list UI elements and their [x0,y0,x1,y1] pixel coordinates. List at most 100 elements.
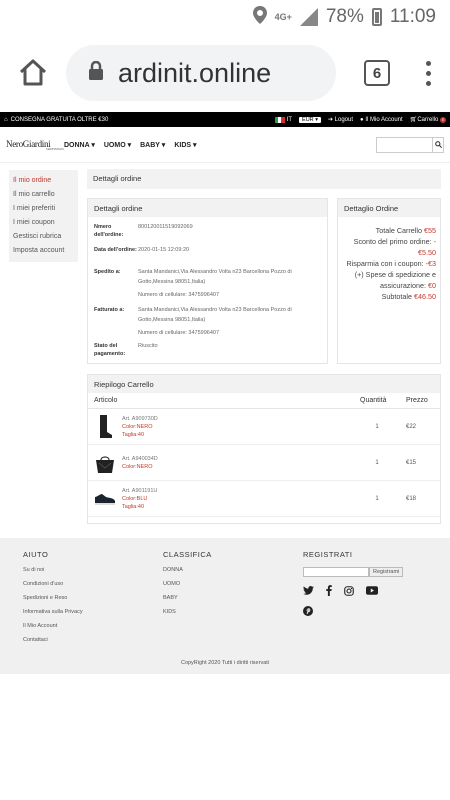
overflow-menu-icon[interactable] [420,60,436,86]
product-color: Color:NERO [122,423,153,430]
coupon-savings: Risparmia con i coupon: -€3 [346,259,437,268]
sidebar-item-settings[interactable]: Imposta account [9,244,78,258]
footer-link-account[interactable]: Il Mio Account [23,623,83,637]
payment-status-label: Stato del pagamento: [94,343,126,358]
sidebar-item-favorites[interactable]: I miei preferiti [9,202,78,216]
product-qty: 1 [354,444,400,481]
youtube-icon[interactable] [366,586,378,597]
italy-flag-icon [274,116,285,123]
footer-register: REGISTRATI Registrami [303,550,404,618]
col-qty: Quantità [354,393,400,409]
footer-help: AIUTO Su di noi Condizioni d'uso Spedizi… [23,550,83,651]
nav-item-baby[interactable]: BABY ▾ [140,141,165,149]
billed-label: Fatturato a: [94,307,125,313]
currency-select[interactable]: EUR ▾ [299,116,321,123]
footer-link-baby[interactable]: BABY [163,595,212,609]
billed-phone: Numero di cellulare: 3475996407 [138,330,220,337]
footer-link-uomo[interactable]: UOMO [163,581,212,595]
shipped-address: Santa Mandanici,Via Alessandro Volta n23… [138,269,292,285]
order-number: 800120011519092069 [138,224,193,230]
top-bar: ⌂ CONSEGNA GRATUITA OLTRE €30 IT EUR ▾ ➔… [0,112,450,127]
order-summary-panel: Dettaglio Ordine Totale Carrello €55 Sco… [337,198,441,364]
register-button[interactable]: Registrami [369,567,404,577]
footer-link-privacy[interactable]: Informativa sulla Privacy [23,609,83,623]
language-label[interactable]: IT [287,117,292,123]
search-icon[interactable] [432,136,444,153]
main-nav: NeroGiardini MADE IN ITALY DONNA ▾ UOMO ▾… [0,127,450,163]
home-icon[interactable] [14,54,52,92]
product-qty: 1 [354,480,400,517]
col-article: Articolo [88,393,354,409]
table-row: Art. A901191U Color:BLU Taglia:40 1 €18 [88,480,440,517]
table-row: Art. A940034D Color:NERO 1 €15 [88,444,440,481]
location-icon [252,5,267,29]
sidebar-item-cart[interactable]: Il mio carrello [9,188,78,202]
product-size: Taglia:40 [122,503,145,510]
footer-categories-title: CLASSIFICA [163,550,212,559]
product-art: Art. A940034D [122,455,158,462]
browser-toolbar: ardinit.online 6 [0,34,450,112]
bag-image[interactable] [94,451,116,475]
sidebar-item-order[interactable]: Il mio ordine [9,174,78,188]
cart-summary-panel: Riepilogo Carrello Articolo Quantità Pre… [87,374,441,524]
order-details-panel: Dettagli ordine Nmero dell'ordine: 80012… [87,198,328,364]
home-small-icon: ⌂ [4,116,8,123]
product-price: €15 [400,444,440,481]
product-size: Taglia:40 [122,431,145,438]
copyright: CopyRight 2020 Tutti i diritti riservati [180,660,270,666]
logout-link[interactable]: ➔ Logout [328,116,353,123]
footer-link-contact[interactable]: Contattaci [23,637,83,651]
pinterest-icon[interactable] [303,606,403,618]
sidebar-item-coupons[interactable]: I miei coupon [9,216,78,230]
search-input[interactable] [376,136,432,153]
twitter-icon[interactable] [303,586,314,597]
order-date-label: Data dell'ordine: [94,247,137,253]
cart-count-badge: 0 [440,117,446,123]
footer-link-donna[interactable]: DONNA [163,567,212,581]
product-price: €22 [400,408,440,445]
nav-item-uomo[interactable]: UOMO ▾ [104,141,131,149]
footer-link-shipping[interactable]: Spedizioni e Reso [23,595,83,609]
account-link[interactable]: ● Il Mio Account [360,117,403,123]
product-qty: 1 [354,408,400,445]
footer-register-title: REGISTRATI [303,550,353,559]
order-details-title: Dettagli ordine [88,199,327,217]
page-title-bar: Dettagli ordine [87,169,441,189]
order-summary-title: Dettaglio Ordine [338,199,440,217]
clock: 11:09 [389,6,436,27]
shipped-label: Spedito a: [94,269,121,275]
shipping-cost: (+) Spese di spedizione e assicurazione:… [354,270,436,290]
order-date: 2020-01-15 12:09:20 [138,247,190,253]
cart-link[interactable]: 🛒︎Carrello 0 [410,116,446,123]
product-color: Color:BLU [122,495,148,502]
status-bar: 4G+ 78% 11:09 [0,0,450,34]
footer-link-about[interactable]: Su di noi [23,567,83,581]
footer-link-terms[interactable]: Condizioni d'uso [23,581,83,595]
footer-link-kids[interactable]: KIDS [163,609,212,623]
order-number-label: Nmero dell'ordine: [94,224,124,239]
facebook-icon[interactable] [326,585,332,598]
boot-image[interactable] [94,414,116,439]
battery-percent: 78% [325,6,364,27]
sidebar-item-addressbook[interactable]: Gestisci rubrica [9,230,78,244]
nav-item-donna[interactable]: DONNA ▾ [64,141,95,149]
sneaker-image[interactable] [94,487,116,511]
newsletter-email-input[interactable] [303,567,369,577]
site-footer: AIUTO Su di noi Condizioni d'uso Spedizi… [0,538,450,674]
account-sidebar: Il mio ordine Il mio carrello I miei pre… [9,170,78,262]
first-order-discount: Sconto del primo ordine: -€5.50 [353,237,436,257]
network-type: 4G+ [274,12,292,22]
table-row: Art. A909730D Color:NERO Taglia:40 1 €22 [88,408,440,445]
cart-total: Totale Carrello €55 [375,226,436,235]
product-color: Color:NERO [122,463,153,470]
shipped-phone: Numero di cellulare: 3475996407 [138,292,220,299]
instagram-icon[interactable] [344,585,354,598]
nav-item-kids[interactable]: KIDS ▾ [174,141,196,149]
col-price: Prezzo [400,393,440,409]
product-price: €18 [400,480,440,517]
lock-icon [88,60,104,86]
web-page: ⌂ CONSEGNA GRATUITA OLTRE €30 IT EUR ▾ ➔… [0,112,450,674]
address-bar[interactable]: ardinit.online [66,45,336,101]
tab-switcher-button[interactable]: 6 [364,60,390,86]
site-logo[interactable]: NeroGiardini MADE IN ITALY [6,139,64,151]
